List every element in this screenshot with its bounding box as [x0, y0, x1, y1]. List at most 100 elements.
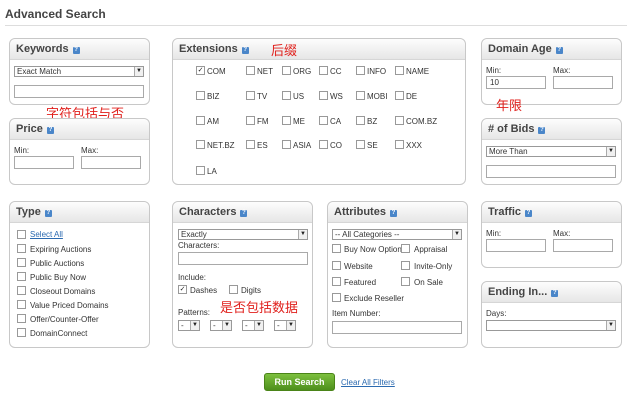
price-min-input[interactable]	[14, 156, 74, 169]
appraisal-checkbox[interactable]	[401, 244, 410, 253]
extension-checkbox[interactable]	[282, 66, 291, 75]
price-header: Price?	[10, 119, 149, 140]
extension-checkbox[interactable]	[246, 66, 255, 75]
help-icon[interactable]: ?	[538, 127, 546, 134]
help-icon[interactable]: ?	[555, 47, 563, 54]
type-label: DomainConnect	[30, 329, 88, 338]
type-checkbox[interactable]	[17, 314, 26, 323]
characters-annotation: 是否包括数据	[220, 301, 299, 316]
invite-only-checkbox[interactable]	[401, 261, 410, 270]
digits-checkbox[interactable]	[229, 285, 238, 294]
characters-input[interactable]	[178, 252, 308, 265]
extension-checkbox[interactable]	[356, 66, 365, 75]
on-sale-label: On Sale	[414, 278, 443, 287]
help-icon[interactable]: ?	[551, 290, 559, 297]
clear-filters-link[interactable]: Clear All Filters	[341, 378, 395, 387]
price-max-input[interactable]	[81, 156, 141, 169]
type-label: Expiring Auctions	[30, 245, 92, 254]
extension-checkbox[interactable]	[196, 91, 205, 100]
type-checkbox[interactable]	[17, 300, 26, 309]
item-number-input[interactable]	[332, 321, 462, 334]
type-checkbox[interactable]	[17, 244, 26, 253]
type-checkbox[interactable]	[17, 258, 26, 267]
domain-age-annotation: 年限	[496, 99, 523, 114]
extension-checkbox[interactable]	[356, 140, 365, 149]
pattern-select-2[interactable]: - ▼	[210, 320, 232, 331]
select-all-link[interactable]: Select All	[30, 230, 63, 239]
extension-checkbox[interactable]	[319, 66, 328, 75]
extension-checkbox[interactable]	[196, 116, 205, 125]
extension-label: ME	[293, 117, 305, 126]
pattern-select-4[interactable]: - ▼	[274, 320, 296, 331]
pattern-select-3[interactable]: - ▼	[242, 320, 264, 331]
age-max-label: Max:	[553, 66, 571, 75]
price-min-label: Min:	[14, 146, 30, 155]
days-select[interactable]: ▼	[486, 320, 616, 331]
extension-checkbox[interactable]	[282, 140, 291, 149]
help-icon[interactable]: ?	[241, 47, 249, 54]
keyword-input[interactable]	[14, 85, 144, 98]
extension-checkbox[interactable]	[246, 116, 255, 125]
age-min-input[interactable]: 10	[486, 76, 546, 89]
run-search-button[interactable]: Run Search	[264, 373, 335, 391]
attributes-panel: Attributes? -- All Categories -- ▼ Buy No…	[327, 201, 468, 348]
extension-checkbox[interactable]	[196, 140, 205, 149]
characters-mode-select[interactable]: Exactly ▼	[178, 229, 308, 240]
age-max-input[interactable]	[553, 76, 613, 89]
help-icon[interactable]: ?	[240, 210, 248, 217]
extension-label: US	[293, 92, 305, 101]
bids-input[interactable]	[486, 165, 616, 178]
extension-label: ORG	[293, 67, 312, 76]
extension-checkbox[interactable]	[319, 91, 328, 100]
extension-checkbox[interactable]	[395, 140, 404, 149]
on-sale-checkbox[interactable]	[401, 277, 410, 286]
extension-checkbox[interactable]	[356, 91, 365, 100]
title-divider	[5, 25, 627, 26]
chevron-down-icon: ▼	[606, 321, 615, 330]
extension-checkbox[interactable]	[246, 140, 255, 149]
buy-now-checkbox[interactable]	[332, 244, 341, 253]
extension-checkbox[interactable]	[319, 140, 328, 149]
extension-checkbox[interactable]	[282, 116, 291, 125]
traffic-min-input[interactable]	[486, 239, 546, 252]
exclude-reseller-checkbox[interactable]	[332, 293, 341, 302]
extension-label: ES	[257, 141, 268, 150]
featured-label: Featured	[344, 278, 377, 287]
help-icon[interactable]: ?	[389, 210, 397, 217]
help-icon[interactable]: ?	[525, 210, 533, 217]
type-checkbox[interactable]	[17, 328, 26, 337]
type-label: Public Buy Now	[30, 273, 87, 282]
extension-checkbox[interactable]	[395, 66, 404, 75]
type-checkbox[interactable]	[17, 272, 26, 281]
help-icon[interactable]: ?	[46, 127, 54, 134]
featured-checkbox[interactable]	[332, 277, 341, 286]
dashes-checkbox[interactable]: ✓	[178, 285, 187, 294]
type-checkbox[interactable]	[17, 286, 26, 295]
extension-checkbox[interactable]	[395, 91, 404, 100]
traffic-max-input[interactable]	[553, 239, 613, 252]
digits-label: Digits	[241, 286, 262, 295]
extension-checkbox[interactable]	[282, 91, 291, 100]
extension-checkbox[interactable]: ✓	[196, 66, 205, 75]
extension-checkbox[interactable]	[196, 166, 205, 175]
traffic-header: Traffic?	[482, 202, 621, 223]
extension-checkbox[interactable]	[395, 116, 404, 125]
ending-panel: Ending In...? Days: ▼	[481, 281, 622, 348]
extension-checkbox[interactable]	[319, 116, 328, 125]
bids-select[interactable]: More Than ▼	[486, 146, 616, 157]
category-select[interactable]: -- All Categories -- ▼	[332, 229, 462, 240]
select-all-checkbox[interactable]	[17, 230, 26, 239]
extension-label: XXX	[406, 141, 423, 150]
characters-panel: Characters? Exactly ▼ Characters: Include…	[172, 201, 313, 348]
buy-now-label: Buy Now Option	[344, 245, 402, 254]
price-panel: Price? Min: Max:	[9, 118, 150, 185]
extension-label: INFO	[367, 67, 387, 76]
help-icon[interactable]: ?	[44, 210, 52, 217]
extension-checkbox[interactable]	[356, 116, 365, 125]
ending-header: Ending In...?	[482, 282, 621, 303]
keyword-match-select[interactable]: Exact Match ▼	[14, 66, 144, 77]
pattern-select-1[interactable]: - ▼	[178, 320, 200, 331]
website-checkbox[interactable]	[332, 261, 341, 270]
extension-checkbox[interactable]	[246, 91, 255, 100]
help-icon[interactable]: ?	[72, 47, 80, 54]
